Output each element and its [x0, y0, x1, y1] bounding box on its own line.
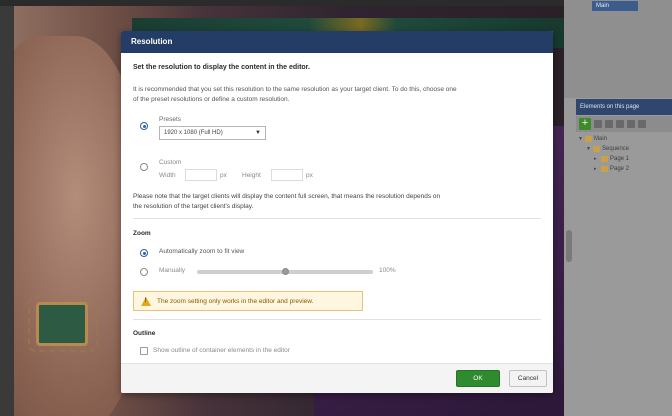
tree-item[interactable]: ▸ Page 1 [576, 154, 672, 164]
width-input[interactable] [185, 169, 217, 181]
intro-text-line1: It is recommended that you set this reso… [133, 86, 457, 93]
zoom-auto-label: Automatically zoom to fit view [159, 248, 245, 255]
add-element-button[interactable]: + [579, 118, 591, 130]
elements-toolbar: + [576, 116, 672, 132]
height-label: Height [242, 172, 261, 179]
height-unit: px [306, 172, 313, 179]
pages-panel: Main [564, 0, 672, 98]
warning-icon [141, 296, 151, 306]
width-label: Width [159, 172, 176, 179]
delete-icon[interactable] [627, 120, 635, 128]
folder-icon [585, 136, 592, 142]
zoom-manual-label: Manually [159, 267, 186, 274]
resolution-dialog: Resolution Set the resolution to display… [121, 31, 553, 393]
divider [133, 319, 541, 320]
zoom-warning: The zoom setting only works in the edito… [133, 291, 363, 311]
page-icon [601, 156, 608, 162]
outline-heading: Outline [133, 330, 156, 337]
intro-text-line2: of the preset resolutions or define a cu… [133, 96, 290, 103]
zoom-slider-handle[interactable] [282, 268, 289, 275]
paste-icon[interactable] [616, 120, 624, 128]
expand-arrow-icon[interactable]: ▼ [578, 134, 583, 144]
dialog-heading: Set the resolution to display the conten… [133, 64, 310, 71]
custom-radio[interactable] [140, 163, 148, 171]
tree-item-label: Page 1 [610, 156, 630, 162]
outline-checkbox[interactable] [140, 347, 148, 355]
tree-item[interactable]: ▼ Main [576, 134, 672, 144]
tree-item-label: Page 2 [610, 166, 630, 172]
pages-item-main[interactable]: Main [592, 1, 638, 11]
warning-text: The zoom setting only works in the edito… [157, 297, 314, 305]
note-text-line2: the resolution of the target client's di… [133, 203, 254, 210]
presets-radio[interactable] [140, 122, 148, 130]
elements-panel-header: Elements on this page [576, 99, 672, 115]
chevron-down-icon: ▼ [255, 130, 261, 136]
move-icon[interactable] [638, 120, 646, 128]
tree-item-label: Sequence [602, 146, 630, 152]
tree-item-label: Main [594, 136, 608, 142]
expand-arrow-icon[interactable]: ▼ [586, 144, 591, 154]
zoom-auto-radio[interactable] [140, 249, 148, 257]
note-text-line1: Please note that the target clients will… [133, 193, 441, 200]
ok-button[interactable]: OK [456, 370, 500, 387]
elements-tree: ▼ Main ▼ Sequence ▸ Page 1 ▸ Page 2 [576, 134, 672, 174]
tree-item[interactable]: ▸ Page 2 [576, 164, 672, 174]
expand-arrow-icon[interactable]: ▸ [594, 164, 599, 174]
tree-item[interactable]: ▼ Sequence [576, 144, 672, 154]
divider [133, 218, 541, 219]
page-icon [601, 166, 608, 172]
canvas-scrollbar[interactable] [566, 230, 572, 262]
outline-checkbox-label: Show outline of container elements in th… [153, 347, 290, 354]
zoom-heading: Zoom [133, 230, 151, 237]
folder-icon [593, 146, 600, 152]
dialog-body: Set the resolution to display the conten… [121, 53, 553, 363]
presets-label: Presets [159, 116, 182, 123]
custom-label: Custom [159, 159, 182, 166]
dialog-title: Resolution [121, 31, 553, 53]
copy-icon[interactable] [605, 120, 613, 128]
width-unit: px [220, 172, 227, 179]
watch-icon [36, 302, 88, 346]
height-input[interactable] [271, 169, 303, 181]
zoom-value: 100% [379, 267, 396, 274]
presets-select-value: 1920 x 1080 (Full HD) [164, 130, 223, 136]
presets-select[interactable]: 1920 x 1080 (Full HD) ▼ [159, 126, 266, 140]
right-panel: Main Elements on this page + ▼ Main ▼ Se… [564, 0, 672, 416]
edit-icon[interactable] [594, 120, 602, 128]
cancel-button[interactable]: Cancel [509, 370, 547, 387]
zoom-manual-radio[interactable] [140, 268, 148, 276]
expand-arrow-icon[interactable]: ▸ [594, 154, 599, 164]
